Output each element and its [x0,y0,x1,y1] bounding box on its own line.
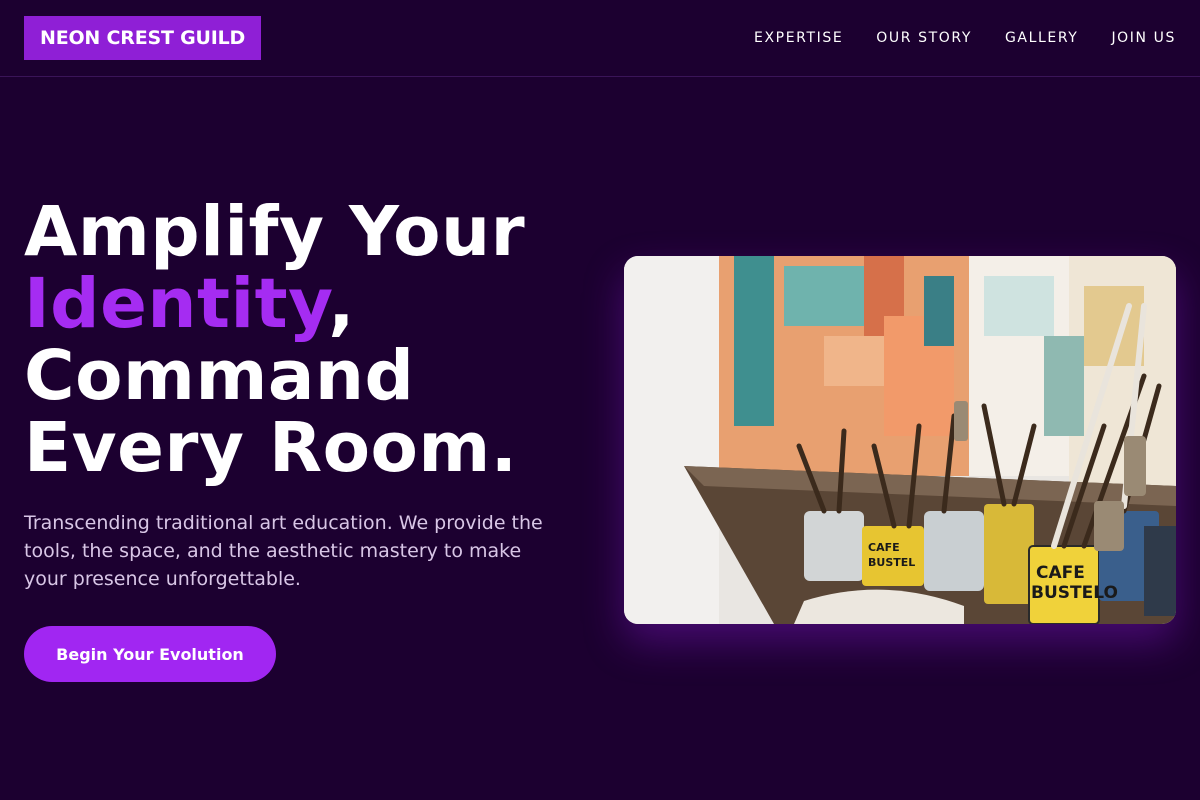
can-label-cafe-2: CAFE [868,541,900,554]
art-studio-illustration: CAFE BUSTELO CAFE BUSTEL [624,256,1176,624]
top-nav: NEON CREST GUILD EXPERTISE OUR STORY GAL… [0,0,1200,77]
headline-accent-word: Identity [24,264,329,344]
begin-evolution-button[interactable]: Begin Your Evolution [24,626,276,682]
headline-line-4: Every Room. [24,408,518,488]
headline-comma: , [328,264,355,344]
nav-link-join-us[interactable]: JOIN US [1111,30,1176,46]
can-label-bustel: BUSTEL [868,556,915,569]
nav-link-our-story[interactable]: OUR STORY [876,30,972,46]
nav-link-expertise[interactable]: EXPERTISE [754,30,843,46]
brand-logo[interactable]: NEON CREST GUILD [24,16,262,60]
nav-links: EXPERTISE OUR STORY GALLERY JOIN US [754,30,1176,46]
headline-line-3: Command [24,336,415,416]
can-label-bustelo: BUSTELO [1031,583,1118,603]
nav-link-gallery[interactable]: GALLERY [1005,30,1078,46]
hero-subtext: Transcending traditional art education. … [24,512,543,590]
hero-headline: Amplify Your Identity, Command Every Roo… [24,196,584,484]
hero-image-art-studio: CAFE BUSTELO CAFE BUSTEL [624,256,1176,624]
headline-line-1: Amplify Your [24,192,526,272]
can-label-cafe: CAFE [1036,563,1085,583]
hero-text: Amplify Your Identity, Command Every Roo… [24,196,584,593]
